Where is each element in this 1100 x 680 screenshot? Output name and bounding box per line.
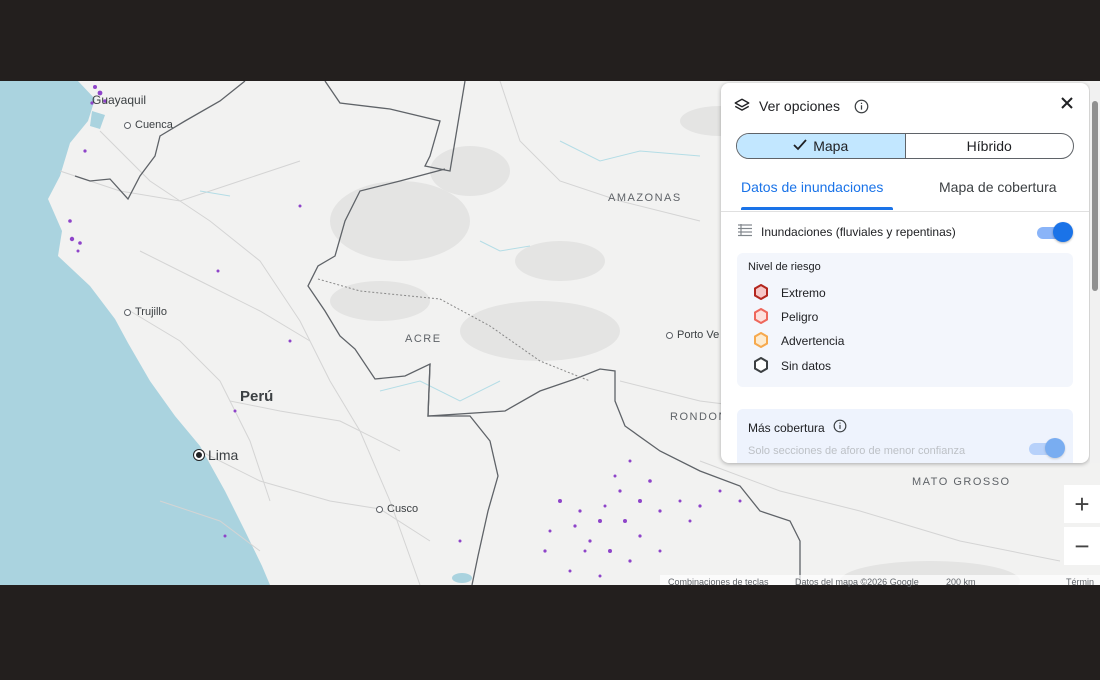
hexagon-icon (753, 356, 769, 376)
hexagon-icon (753, 331, 769, 351)
scale-label[interactable]: 200 km (946, 577, 976, 587)
flood-layer-toggle[interactable] (1035, 222, 1073, 242)
keyboard-shortcuts-link[interactable]: Combinaciones de teclas (668, 577, 769, 587)
risk-legend: Nivel de riesgo Extremo Peligro Adverten… (737, 253, 1073, 387)
capital-dot (194, 450, 204, 460)
toggle-thumb (1053, 222, 1073, 242)
check-icon (793, 138, 807, 154)
region-mato-grosso: MATO GROSSO (912, 476, 1011, 488)
hexagon-icon (753, 283, 769, 303)
view-options-panel: Ver opciones Mapa Híbrido Datos de inund… (721, 83, 1089, 463)
more-coverage-subtitle: Solo secciones de aforo de menor confian… (748, 445, 966, 457)
tab-flood-data[interactable]: Datos de inundaciones (741, 179, 883, 195)
city-porto-velho: Porto Ve (666, 329, 719, 341)
region-rondonia: RONDON (670, 411, 728, 423)
panel-tabs: Datos de inundaciones Mapa de cobertura (721, 171, 1089, 212)
terms-link[interactable]: Términ (1066, 577, 1094, 587)
legend-label: Sin datos (781, 359, 832, 373)
zoom-out-button[interactable]: − (1064, 527, 1100, 565)
legend-label: Advertencia (781, 334, 845, 348)
flood-layer-label: Inundaciones (fluviales y repentinas) (761, 225, 956, 239)
city-dot (376, 505, 383, 513)
city-guayaquil: Guayaquil (92, 93, 147, 107)
legend-label: Extremo (781, 286, 826, 300)
region-acre: ACRE (405, 333, 442, 345)
city-lima: Lima (194, 447, 238, 463)
flood-layer-row: Inundaciones (fluviales y repentinas) (737, 221, 1073, 243)
close-icon[interactable] (1057, 93, 1077, 113)
scrollbar-thumb[interactable] (1092, 101, 1098, 291)
region-amazonas: AMAZONAS (608, 192, 682, 204)
legend-title: Nivel de riesgo (748, 261, 821, 273)
hybrid-view-label: Híbrido (966, 138, 1012, 154)
gulf-inlet (90, 111, 105, 129)
lake (452, 573, 472, 583)
legend-item-no-data: Sin datos (753, 356, 832, 376)
map-data-attribution: Datos del mapa ©2026 Google (795, 577, 919, 587)
city-dot (124, 308, 131, 316)
map-view-button[interactable]: Mapa (737, 134, 906, 158)
view-mode-toggle: Mapa Híbrido (736, 133, 1074, 159)
low-confidence-toggle[interactable] (1027, 438, 1065, 458)
active-tab-indicator (741, 207, 893, 210)
info-icon[interactable] (833, 419, 847, 436)
legend-item-danger: Peligro (753, 307, 819, 327)
pacific-ocean (0, 81, 270, 585)
legend-item-warning: Advertencia (753, 331, 845, 351)
zoom-in-button[interactable]: + (1064, 485, 1100, 523)
more-coverage-title: Más cobertura (748, 420, 825, 435)
tab-coverage-map[interactable]: Mapa de cobertura (939, 179, 1057, 195)
flood-cluster-bolivia (543, 459, 742, 578)
panel-header: Ver opciones (733, 95, 1077, 117)
layers-icon (733, 97, 751, 115)
map-view-label: Mapa (813, 138, 849, 154)
city-dot (666, 331, 673, 339)
country-peru: Perú (240, 388, 274, 405)
toggle-thumb (1045, 438, 1065, 458)
city-cuenca: Cuenca (124, 119, 173, 131)
panel-title: Ver opciones (759, 98, 840, 114)
layer-list-icon (737, 223, 753, 242)
panel-scrollbar[interactable] (1090, 83, 1100, 463)
more-coverage-section: Más cobertura Solo secciones de aforo de… (737, 409, 1073, 463)
city-cusco: Cusco (376, 503, 418, 515)
legend-item-extreme: Extremo (753, 283, 826, 303)
hybrid-view-button[interactable]: Híbrido (906, 134, 1074, 158)
more-coverage-header: Más cobertura (748, 419, 847, 436)
info-icon[interactable] (854, 99, 869, 114)
city-trujillo: Trujillo (124, 306, 167, 318)
legend-label: Peligro (781, 310, 819, 324)
hexagon-icon (753, 307, 769, 327)
city-dot (124, 121, 131, 129)
